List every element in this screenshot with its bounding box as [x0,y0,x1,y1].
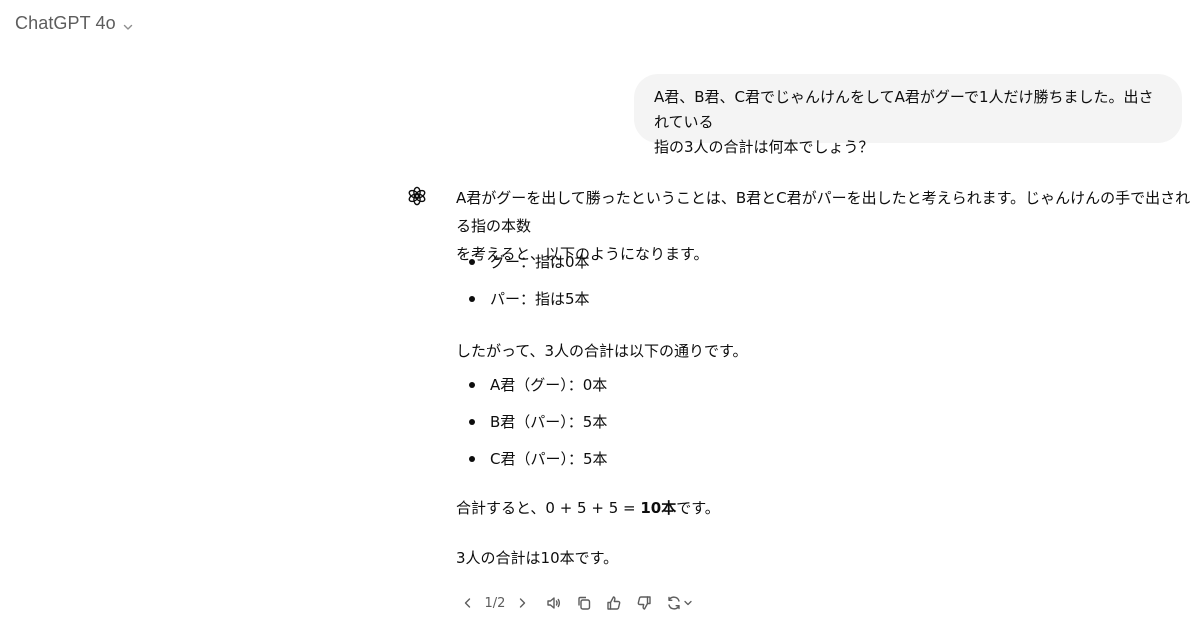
list-item: C君（パー）：5本 [456,445,608,473]
bullet-icon [469,259,475,265]
sum-paragraph: 合計すると、0 + 5 + 5 = 10本です。 [456,494,1192,522]
sum-suffix: です。 [676,499,720,517]
bullet-icon [469,419,475,425]
thumbs-down-icon[interactable] [632,591,656,615]
model-name: ChatGPT 4o [15,12,116,33]
chevron-down-icon [683,598,693,608]
model-selector[interactable]: ChatGPT 4o [15,10,134,36]
thumbs-up-icon[interactable] [602,591,626,615]
user-message-bubble: A君、B君、C君でじゃんけんをしてA君がグーで1人だけ勝ちました。出されている … [634,74,1182,156]
list-item-text: B君（パー）：5本 [490,413,608,431]
assistant-intro-line: A君がグーを出して勝ったということは、B君とC君がパーを出したと考えられます。じ… [456,189,1191,235]
message-actions: 1/2 [456,590,696,616]
bullet-icon [469,456,475,462]
bullet-icon [469,382,475,388]
sum-bold: 10本 [640,499,677,517]
chevron-right-icon[interactable] [510,591,534,615]
regenerate-icon [665,594,683,612]
sum-prefix: 合計すると、0 + 5 + 5 = [456,499,641,517]
list-item-text: グー：指は0本 [490,253,590,271]
conclusion-paragraph: 3人の合計は10本です。 [456,549,619,567]
chat-window: ChatGPT 4o A君、B君、C君でじゃんけんをしてA君がグーで1人だけ勝ち… [0,0,1200,622]
openai-logo-icon [401,180,433,212]
list-item: グー：指は0本 [456,248,590,276]
response-pager: 1/2 [484,595,506,611]
bullet-icon [469,296,475,302]
user-message-line: 指の3人の合計は何本でしょう？ [654,138,874,156]
user-message-line: A君、B君、C君でじゃんけんをしてA君がグーで1人だけ勝ちました。出されている [654,88,1154,131]
chevron-down-icon [122,18,134,30]
list-item: B君（パー）：5本 [456,408,607,436]
copy-icon[interactable] [572,591,596,615]
list-item: パー：指は5本 [456,285,590,313]
list-item: A君（グー）：0本 [456,371,607,399]
list-item-text: C君（パー）：5本 [490,450,608,468]
assistant-paragraph: したがって、3人の合計は以下の通りです。 [456,342,748,360]
regenerate-button[interactable] [662,591,696,615]
chevron-left-icon[interactable] [456,591,480,615]
speaker-icon[interactable] [542,591,566,615]
list-item-text: A君（グー）：0本 [490,376,608,394]
list-item-text: パー：指は5本 [490,290,590,308]
